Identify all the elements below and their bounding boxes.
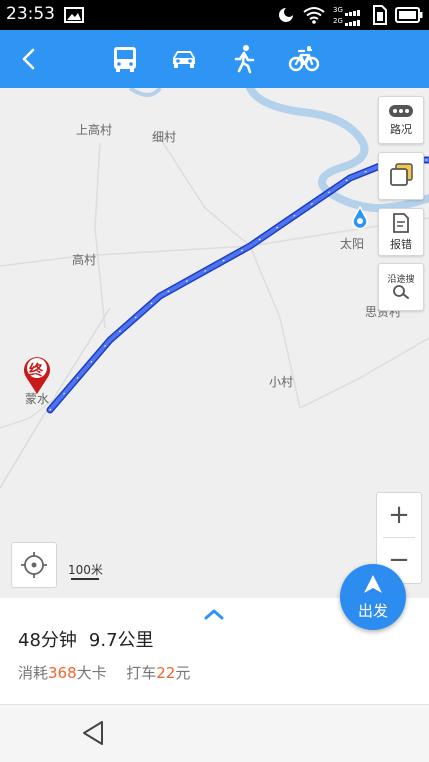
route-mode-bar xyxy=(0,30,429,88)
bike-icon xyxy=(287,46,321,80)
sim-icon xyxy=(373,5,387,30)
route-summary-detail: 消耗368大卡 打车22元 xyxy=(18,662,190,683)
system-navigation-bar xyxy=(0,704,429,762)
traffic-button[interactable]: 路况 xyxy=(378,96,424,144)
map-view[interactable]: 上高村 细村 高村 太阳 思贤村 小村 蒙水 终 路况 报错 沿途搜 + − xyxy=(0,88,429,598)
map-label-shanggaocun: 上高村 xyxy=(76,123,113,137)
route-duration: 48分钟 xyxy=(18,630,77,651)
gallery-icon xyxy=(64,7,84,28)
map-label-gaocun: 高村 xyxy=(72,253,97,267)
traffic-label: 路况 xyxy=(390,122,412,136)
end-marker[interactable]: 终 xyxy=(21,353,53,395)
current-location-marker xyxy=(351,205,369,234)
map-label-taiyang: 太阳 xyxy=(340,237,365,251)
moon-icon xyxy=(277,6,295,29)
taxi-value: 22 xyxy=(156,664,176,682)
signal-icon: 3G 2G xyxy=(333,6,365,28)
calorie-value: 368 xyxy=(48,664,77,682)
navigation-arrow-icon xyxy=(362,574,384,598)
report-error-button[interactable]: 报错 xyxy=(378,208,424,256)
report-label: 报错 xyxy=(390,237,412,251)
route-distance: 9.7公里 xyxy=(88,630,154,651)
traffic-icon xyxy=(388,104,414,121)
mode-bus-button[interactable] xyxy=(108,42,142,76)
zoom-in-button[interactable]: + xyxy=(377,493,421,537)
calorie-suffix: 大卡 xyxy=(76,664,107,682)
search-icon xyxy=(390,285,412,302)
back-button[interactable] xyxy=(14,42,44,76)
walk-icon xyxy=(227,45,261,80)
search-along-route-button[interactable]: 沿途搜 xyxy=(378,263,424,311)
layers-button[interactable] xyxy=(378,152,424,200)
calorie-prefix: 消耗 xyxy=(18,664,49,682)
crosshair-icon xyxy=(12,552,56,591)
start-navigation-button[interactable]: 出发 xyxy=(340,564,406,630)
map-label-xicun: 细村 xyxy=(152,130,177,144)
mode-bike-button[interactable] xyxy=(287,42,321,76)
report-icon xyxy=(390,212,412,236)
status-time: 23:53 xyxy=(6,4,55,24)
taxi-prefix: 打车 xyxy=(126,664,157,682)
route-summary-title: 48分钟 9.7公里 xyxy=(18,626,166,652)
locate-button[interactable] xyxy=(11,542,57,588)
scale-label: 100米 xyxy=(68,563,103,577)
system-back-button[interactable] xyxy=(80,719,106,751)
start-navigation-label: 出发 xyxy=(357,601,388,620)
wifi-icon xyxy=(303,6,325,29)
chevron-up-icon[interactable] xyxy=(203,606,225,625)
bus-icon xyxy=(108,47,142,80)
layers-icon xyxy=(388,162,414,191)
car-icon xyxy=(167,51,201,80)
map-label-xiaocun: 小村 xyxy=(269,375,294,389)
map-canvas xyxy=(0,88,429,489)
battery-icon xyxy=(395,7,423,28)
search-along-label: 沿途搜 xyxy=(387,275,415,285)
end-marker-label: 终 xyxy=(29,363,43,379)
scale-bar xyxy=(71,578,99,580)
taxi-suffix: 元 xyxy=(175,664,191,682)
mode-walk-button[interactable] xyxy=(227,42,261,76)
mode-car-button[interactable] xyxy=(167,42,201,76)
status-bar: 23:53 3G 2G xyxy=(0,0,429,30)
plus-icon: + xyxy=(388,500,410,530)
